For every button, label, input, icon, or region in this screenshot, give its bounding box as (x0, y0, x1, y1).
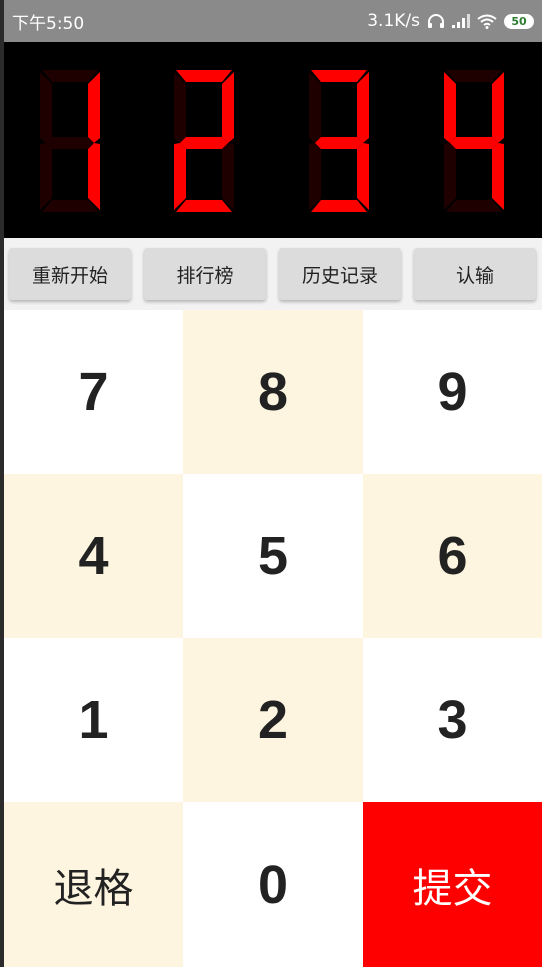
segment-c (222, 143, 234, 210)
key-9[interactable]: 9 (363, 310, 542, 474)
segment-d (311, 200, 367, 212)
submit-button[interactable]: 提交 (363, 802, 542, 967)
segment-a (42, 70, 98, 82)
segment-g (450, 137, 498, 149)
segment-b (357, 72, 369, 143)
key-8[interactable]: 8 (183, 310, 363, 474)
segment-d (42, 200, 98, 212)
key-7[interactable]: 7 (4, 310, 183, 474)
segment-f (40, 72, 52, 143)
key-5[interactable]: 5 (183, 474, 363, 638)
digit-3 (309, 70, 369, 212)
segment-f (444, 72, 456, 143)
segment-b (492, 72, 504, 143)
key-1[interactable]: 1 (4, 638, 183, 802)
segment-g (180, 137, 228, 149)
segment-f (309, 72, 321, 143)
status-bar: 下午5:50 3.1K/s 50 (4, 0, 542, 42)
segment-a (311, 70, 367, 82)
key-6[interactable]: 6 (363, 474, 542, 638)
key-3[interactable]: 3 (363, 638, 542, 802)
key-0[interactable]: 0 (183, 802, 363, 967)
segment-f (174, 72, 186, 143)
leaderboard-button[interactable]: 排行榜 (144, 248, 266, 300)
segment-d (446, 200, 502, 212)
key-2[interactable]: 2 (183, 638, 363, 802)
segment-b (222, 72, 234, 143)
key-4[interactable]: 4 (4, 474, 183, 638)
wifi-icon (477, 14, 497, 29)
action-bar: 重新开始 排行榜 历史记录 认输 (4, 238, 542, 310)
signal-icon (452, 14, 470, 28)
history-button[interactable]: 历史记录 (279, 248, 401, 300)
battery-level: 50 (511, 14, 527, 28)
segment-g (46, 137, 94, 149)
digit-2 (174, 70, 234, 212)
segment-e (40, 143, 52, 210)
segment-e (174, 143, 186, 210)
segment-b (88, 72, 100, 143)
segment-c (88, 143, 100, 210)
give-up-button[interactable]: 认输 (414, 248, 536, 300)
battery-icon: 50 (504, 13, 534, 29)
seven-segment-display (4, 42, 542, 238)
headphones-icon (427, 13, 445, 29)
segment-c (357, 143, 369, 210)
segment-a (446, 70, 502, 82)
segment-d (176, 200, 232, 212)
network-speed: 3.1K/s (367, 11, 420, 31)
restart-button[interactable]: 重新开始 (9, 248, 131, 300)
segment-e (444, 143, 456, 210)
segment-e (309, 143, 321, 210)
backspace-button[interactable]: 退格 (4, 802, 183, 967)
status-time: 下午5:50 (12, 13, 85, 34)
keypad: 7 8 9 4 5 6 1 2 3 退格 0 提交 (4, 310, 542, 967)
segment-c (492, 143, 504, 210)
digit-4 (444, 70, 504, 212)
status-indicators: 3.1K/s 50 (367, 11, 534, 31)
segment-a (176, 70, 232, 82)
digit-1 (40, 70, 100, 212)
segment-g (315, 137, 363, 149)
